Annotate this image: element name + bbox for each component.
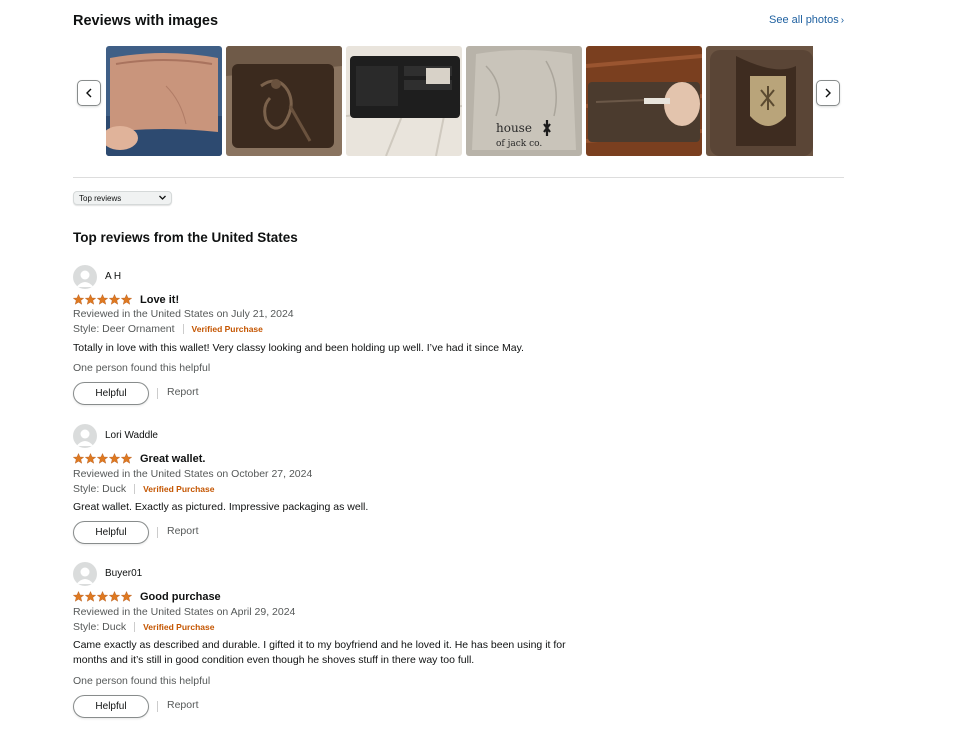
- separator: [134, 622, 136, 632]
- images-section-title: Reviews with images: [73, 13, 219, 29]
- carousel-prev-button[interactable]: [77, 80, 101, 106]
- review-style-line: Style: Deer Ornament Verified Purchase: [73, 323, 263, 335]
- photo-embossed-duck-wallet[interactable]: [226, 46, 342, 156]
- helpful-button[interactable]: Helpful: [73, 382, 149, 405]
- review-body: Totally in love with this wallet! Very c…: [73, 342, 524, 354]
- review-title[interactable]: Great wallet.: [140, 453, 205, 465]
- five-stars-icon: [73, 453, 133, 464]
- review-date: Reviewed in the United States on April 2…: [73, 606, 296, 618]
- helpful-button[interactable]: Helpful: [73, 521, 149, 544]
- review-style[interactable]: Style: Deer Ornament: [73, 323, 175, 335]
- star-rating[interactable]: [73, 294, 133, 305]
- photo-tan-wallet-in-hand[interactable]: [106, 46, 222, 156]
- photo-wallet-card-slot[interactable]: [586, 46, 702, 156]
- separator: [157, 388, 158, 399]
- photo-house-of-jack-pouch[interactable]: house of jack co.: [466, 46, 582, 156]
- user-icon: [76, 429, 94, 446]
- photo-open-black-wallet[interactable]: [346, 46, 462, 156]
- report-link[interactable]: Report: [167, 525, 199, 537]
- separator: [157, 527, 158, 538]
- verified-purchase-badge: Verified Purchase: [143, 484, 215, 494]
- separator: [134, 484, 136, 494]
- review-body: Great wallet. Exactly as pictured. Impre…: [73, 501, 369, 513]
- review-date: Reviewed in the United States on October…: [73, 468, 313, 480]
- reviewer-name: Buyer01: [105, 568, 143, 579]
- photo-deer-ornament-wallet[interactable]: [706, 46, 813, 156]
- helpful-button[interactable]: Helpful: [73, 695, 149, 718]
- helpful-count: One person found this helpful: [73, 675, 211, 687]
- reviewer-name: Lori Waddle: [105, 430, 158, 441]
- review-style[interactable]: Style: Duck: [73, 621, 126, 633]
- report-link[interactable]: Report: [167, 699, 199, 711]
- five-stars-icon: [73, 591, 133, 602]
- pouch-brand-line2: of jack co.: [496, 139, 542, 149]
- sort-selected-value: Top reviews: [79, 193, 122, 203]
- review-body: Came exactly as described and durable. I…: [73, 639, 566, 666]
- section-divider: [73, 177, 844, 178]
- separator: [182, 324, 184, 334]
- chevron-right-small-icon: ›: [840, 15, 845, 26]
- separator: [157, 701, 158, 712]
- five-stars-icon: [73, 294, 133, 305]
- review-date: Reviewed in the United States on July 21…: [73, 308, 294, 320]
- report-link[interactable]: Report: [167, 386, 199, 398]
- carousel-next-button[interactable]: [816, 80, 840, 106]
- helpful-count: One person found this helpful: [73, 362, 211, 374]
- reviewer-name: A H: [105, 271, 122, 282]
- sort-reviews-dropdown[interactable]: Top reviews: [73, 191, 172, 205]
- review-style-line: Style: Duck Verified Purchase: [73, 483, 214, 495]
- review-title[interactable]: Good purchase: [140, 591, 221, 603]
- user-icon: [76, 270, 94, 287]
- see-all-photos-link[interactable]: See all photos ›: [769, 14, 844, 26]
- review-style[interactable]: Style: Duck: [73, 483, 126, 495]
- reviews-heading: Top reviews from the United States: [73, 230, 298, 245]
- review-title[interactable]: Love it!: [140, 294, 179, 306]
- avatar: [73, 265, 97, 289]
- pouch-brand-line1: house: [496, 121, 532, 135]
- star-rating[interactable]: [73, 591, 133, 602]
- star-rating[interactable]: [73, 453, 133, 464]
- review-style-line: Style: Duck Verified Purchase: [73, 621, 214, 633]
- chevron-right-icon: [825, 88, 831, 98]
- avatar: [73, 424, 97, 448]
- user-icon: [76, 567, 94, 584]
- verified-purchase-badge: Verified Purchase: [143, 622, 215, 632]
- chevron-left-icon: [86, 88, 92, 98]
- see-all-photos-label: See all photos: [769, 14, 839, 26]
- avatar: [73, 562, 97, 586]
- verified-purchase-badge: Verified Purchase: [191, 324, 263, 334]
- chevron-down-icon: [159, 195, 166, 200]
